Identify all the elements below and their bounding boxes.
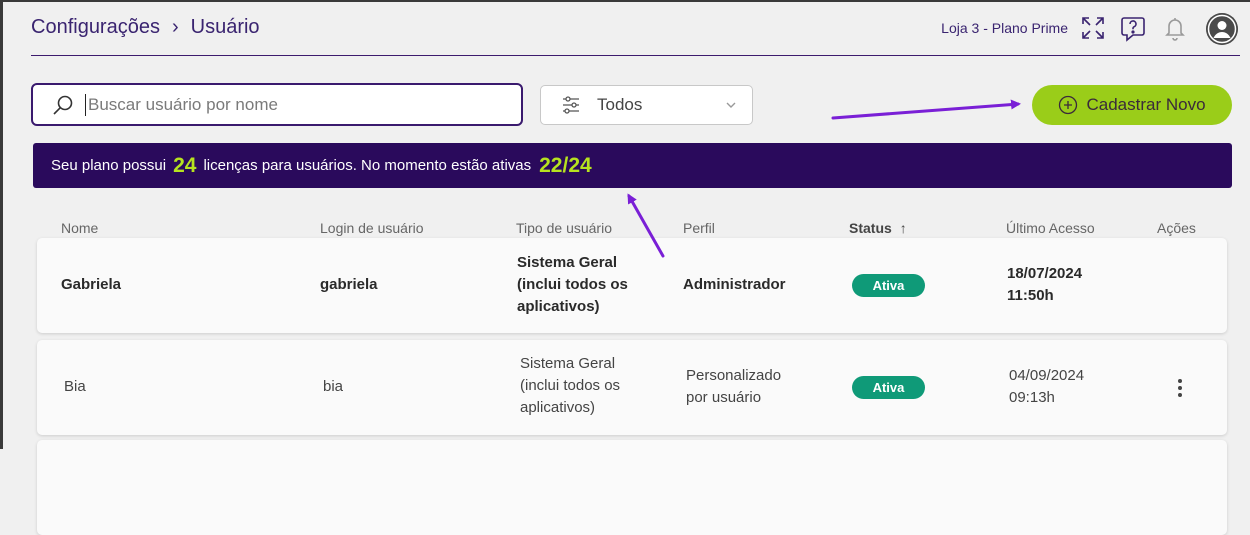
table-row[interactable] xyxy=(37,440,1227,535)
chevron-down-icon xyxy=(726,102,736,108)
help-chat-icon[interactable] xyxy=(1119,14,1147,42)
column-header-login[interactable]: Login de usuário xyxy=(320,220,424,236)
banner-text-before: Seu plano possui xyxy=(51,157,167,174)
column-header-nome[interactable]: Nome xyxy=(61,220,98,236)
cell-name: Gabriela xyxy=(61,276,122,293)
search-input[interactable] xyxy=(85,93,485,116)
cadastrar-novo-button[interactable]: Cadastrar Novo xyxy=(1032,85,1232,125)
cadastrar-novo-label: Cadastrar Novo xyxy=(1086,95,1206,114)
cell-login: bia xyxy=(323,378,344,395)
table-header: Nome Login de usuário Tipo de usuário Pe… xyxy=(3,220,1250,240)
cell-type-line: aplicativos) xyxy=(520,399,596,416)
cell-profile-line: Personalizado xyxy=(686,367,782,384)
expand-icon[interactable] xyxy=(1079,14,1107,42)
filter-selected-label: Todos xyxy=(597,95,643,114)
cell-type-line: Sistema Geral xyxy=(520,355,616,372)
active-license-count: 22/24 xyxy=(539,153,592,177)
cell-type-line: aplicativos) xyxy=(517,298,600,315)
breadcrumb-item-configuracoes[interactable]: Configurações xyxy=(31,16,160,39)
cell-login: gabriela xyxy=(320,276,378,293)
banner-text-middle: licenças para usuários. No momento estão… xyxy=(203,157,532,174)
user-avatar-icon[interactable] xyxy=(1206,13,1238,45)
table-row[interactable]: Gabriela gabriela Sistema Geral (inclui … xyxy=(37,238,1227,333)
app-window: Configurações › Usuário Loja 3 - Plano P… xyxy=(0,0,1250,535)
breadcrumb-chevron-icon: › xyxy=(171,16,179,38)
search-box[interactable] xyxy=(31,83,523,126)
cell-last-access: 18/07/2024 11:50h xyxy=(1007,263,1082,307)
top-header: Configurações › Usuário Loja 3 - Plano P… xyxy=(31,2,1240,56)
breadcrumb-item-usuario: Usuário xyxy=(190,16,260,38)
bell-icon[interactable] xyxy=(1161,14,1189,42)
kebab-menu-icon[interactable] xyxy=(1173,377,1187,399)
cell-profile-line: por usuário xyxy=(686,389,762,406)
cell-type-line: (inclui todos os xyxy=(520,377,621,394)
column-header-acoes: Ações xyxy=(1157,220,1196,236)
cell-name: Bia xyxy=(64,378,86,395)
column-header-status[interactable]: Status ↑ xyxy=(849,220,907,236)
status-badge: Ativa xyxy=(852,376,925,399)
search-icon xyxy=(53,95,73,115)
license-count: 24 xyxy=(173,153,197,177)
status-badge: Ativa xyxy=(852,274,925,297)
license-banner: Seu plano possui 24 licenças para usuári… xyxy=(33,143,1232,188)
breadcrumb: Configurações › Usuário xyxy=(31,16,260,39)
cell-type-line: Sistema Geral xyxy=(517,254,618,271)
status-filter-select[interactable]: Todos xyxy=(540,85,753,125)
column-header-tipo[interactable]: Tipo de usuário xyxy=(516,220,612,236)
cell-profile: Personalizado por usuário xyxy=(686,365,781,409)
cell-type: Sistema Geral (inclui todos os aplicativ… xyxy=(517,252,628,318)
cell-type-line: (inclui todos os xyxy=(517,276,628,293)
column-header-ultimo-acesso[interactable]: Último Acesso xyxy=(1006,220,1095,236)
plus-circle-icon xyxy=(1059,95,1078,115)
filter-sliders-icon xyxy=(563,96,579,114)
cell-last-access: 04/09/2024 09:13h xyxy=(1009,365,1084,409)
last-access-date: 18/07/2024 xyxy=(1007,265,1083,282)
last-access-time: 11:50h xyxy=(1007,287,1054,304)
cell-type: Sistema Geral (inclui todos os aplicativ… xyxy=(520,353,620,419)
column-header-status-label: Status xyxy=(849,220,892,236)
sort-arrow-up-icon: ↑ xyxy=(899,220,907,236)
last-access-time: 09:13h xyxy=(1009,389,1055,406)
cell-profile: Administrador xyxy=(683,276,786,293)
last-access-date: 04/09/2024 xyxy=(1009,367,1085,384)
column-header-perfil[interactable]: Perfil xyxy=(683,220,715,236)
store-plan-label[interactable]: Loja 3 - Plano Prime xyxy=(941,20,1068,36)
table-row[interactable]: Bia bia Sistema Geral (inclui todos os a… xyxy=(37,340,1227,435)
